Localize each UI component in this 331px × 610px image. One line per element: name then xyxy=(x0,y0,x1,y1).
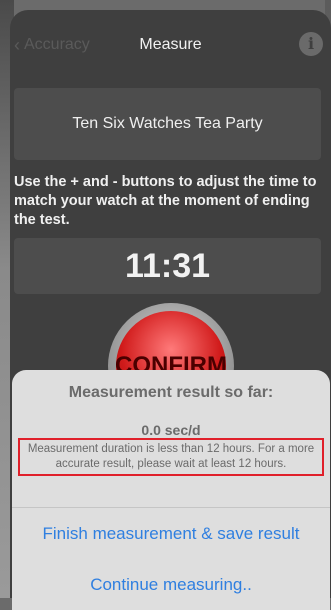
measurement-result: 0.0 sec/d xyxy=(141,422,201,438)
alert-title: Measurement result so far: xyxy=(68,384,274,401)
watch-name: Ten Six Watches Tea Party xyxy=(14,88,321,160)
time-display: 11:31 xyxy=(14,238,321,294)
navigation-bar: ‹ Accuracy Measure i xyxy=(10,28,331,62)
continue-measuring-button[interactable]: Continue measuring.. xyxy=(12,559,330,610)
page-title: Measure xyxy=(139,36,202,53)
duration-warning: Measurement duration is less than 12 hou… xyxy=(18,438,324,476)
info-icon[interactable]: i xyxy=(299,32,323,56)
finish-measurement-button[interactable]: Finish measurement & save result xyxy=(12,508,330,560)
action-sheet: Measurement result so far: 0.0 sec/d Mea… xyxy=(12,370,330,610)
alert-header: Measurement result so far: 0.0 sec/d Mea… xyxy=(12,370,330,508)
instructions-text: Use the + and - buttons to adjust the ti… xyxy=(14,174,317,228)
